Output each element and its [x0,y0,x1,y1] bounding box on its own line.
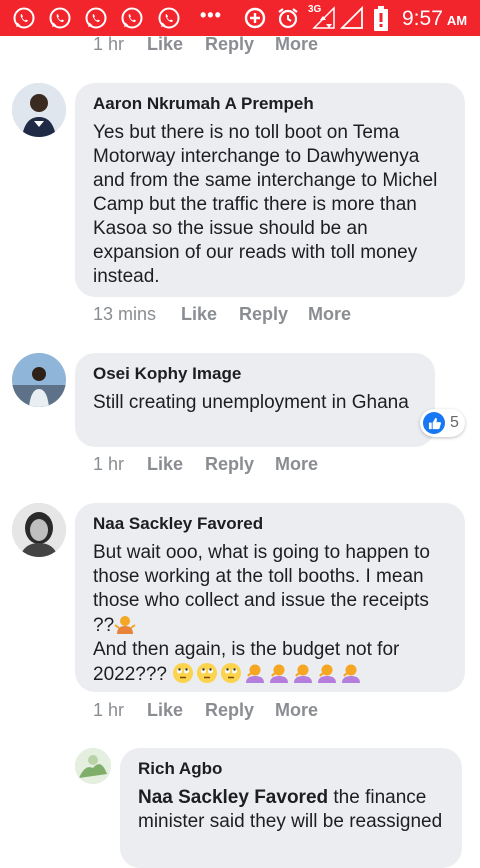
comment-bubble: Aaron Nkrumah A Prempeh Yes but there is… [75,83,465,297]
reply-button[interactable]: Reply [205,700,254,721]
comment-text: But wait ooo, what is going to happen to… [93,542,430,685]
reply-button[interactable]: Reply [205,34,254,55]
comment-bubble: Naa Sackley Favored But wait ooo, what i… [75,503,465,692]
alarm-icon [278,8,298,29]
facepalm-emoji [270,664,289,683]
reply-button[interactable]: Reply [239,304,288,325]
like-button[interactable]: Like [181,304,217,325]
more-button[interactable]: More [308,304,351,325]
eye-roll-emoji [221,663,242,683]
more-notifications-icon: ••• [200,5,222,25]
comment-bubble: Osei Kophy Image Still creating unemploy… [75,353,435,447]
more-button[interactable]: More [275,454,318,475]
avatar[interactable] [75,748,111,784]
clock: 9:57 AM [402,7,468,30]
comment-text: Naa Sackley Favored the finance minister… [138,787,443,832]
facepalm-emoji [318,664,337,683]
whatsapp-icon [13,7,35,29]
comment-author[interactable]: Aaron Nkrumah A Prempeh [93,93,447,115]
facepalm-emoji [342,664,361,683]
reply-bubble: Rich Agbo Naa Sackley Favored the financ… [120,748,462,868]
comment-text: Still creating unemployment in Ghana [93,392,409,413]
comment-time: 1 hr [93,34,125,54]
facepalm-emoji [246,664,265,683]
signal-icon [340,6,363,29]
reply-button[interactable]: Reply [205,454,254,475]
whatsapp-icon [158,7,180,29]
whatsapp-icon [121,7,143,29]
comment-author[interactable]: Osei Kophy Image [93,363,417,385]
more-button[interactable]: More [275,34,318,55]
comment-time: 1 hr [93,454,125,474]
comment-author[interactable]: Rich Agbo [138,758,444,780]
comment-time: 1 hr [93,700,125,720]
eye-roll-emoji [173,663,194,683]
status-bar: ••• 3G 9:57 AM [0,0,480,36]
mobile-data-icon [312,6,335,29]
battery-icon [374,6,388,31]
avatar[interactable] [12,83,66,137]
eye-roll-emoji-group [172,662,362,684]
whatsapp-icon [85,7,107,29]
comment-text: Yes but there is no toll boot on Tema Mo… [93,122,438,287]
like-button[interactable]: Like [147,34,183,55]
shrug-emoji [114,613,136,635]
data-saver-icon [244,7,266,29]
mention-link[interactable]: Naa Sackley Favored [138,787,328,808]
comment-time: 13 mins [93,304,157,324]
facepalm-emoji [294,664,313,683]
comment-author[interactable]: Naa Sackley Favored [93,513,447,535]
like-button[interactable]: Like [147,700,183,721]
thumbs-up-icon [423,412,445,434]
reaction-count[interactable]: 5 [420,409,465,437]
like-button[interactable]: Like [147,454,183,475]
eye-roll-emoji [197,663,218,683]
more-button[interactable]: More [275,700,318,721]
avatar[interactable] [12,503,66,557]
avatar[interactable] [12,353,66,407]
whatsapp-icon [49,7,71,29]
